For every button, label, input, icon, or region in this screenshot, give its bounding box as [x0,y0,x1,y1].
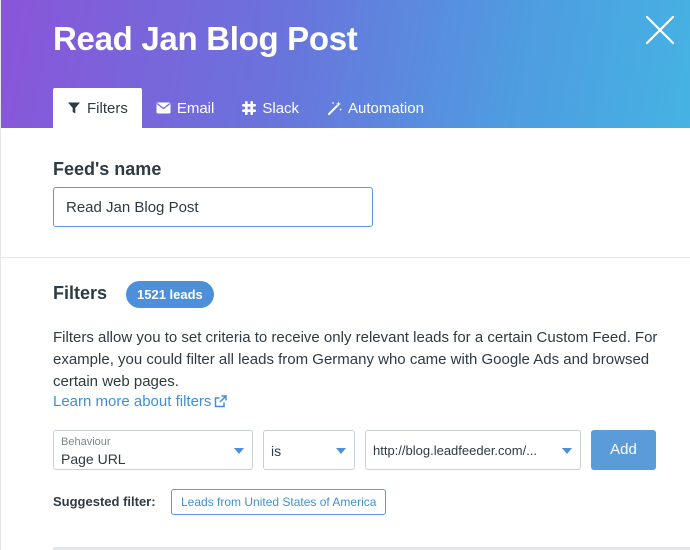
learn-more-label: Learn more about filters [53,393,212,410]
magic-wand-icon [328,101,342,115]
tab-label: Automation [348,99,424,117]
tab-bar: Filters Email Slack Automation [53,88,438,128]
add-filter-button[interactable]: Add [591,430,656,470]
section-divider [1,257,690,258]
suggested-filter-label: Suggested filter: [53,494,156,509]
behaviour-select[interactable]: Behaviour Page URL [53,430,253,470]
modal-header: Read Jan Blog Post Filters Email Slack A… [1,0,690,128]
slack-icon [242,101,257,115]
envelope-icon [156,102,171,114]
tab-filters[interactable]: Filters [53,88,142,128]
tab-slack[interactable]: Slack [228,88,313,128]
url-value-text: http://blog.leadfeeder.com/... [373,443,538,458]
custom-feed-modal: Read Jan Blog Post Filters Email Slack A… [0,0,690,550]
filters-description: Filters allow you to set criteria to rec… [53,329,658,390]
tab-automation[interactable]: Automation [313,88,438,128]
behaviour-select-label: Behaviour [61,436,111,448]
modal-title: Read Jan Blog Post [53,20,358,57]
suggested-filter-chip[interactable]: Leads from United States of America [171,489,387,515]
feed-name-label: Feed's name [53,159,162,179]
leads-count-badge: 1521 leads [126,281,214,308]
tab-label: Email [176,99,215,117]
tab-label: Slack [262,99,300,117]
chevron-down-icon [234,448,244,454]
url-value-select[interactable]: http://blog.leadfeeder.com/... [365,430,581,470]
feed-name-input[interactable] [53,187,373,227]
chevron-down-icon [336,448,346,454]
behaviour-select-value: Page URL [61,451,126,467]
learn-more-link[interactable]: Learn more about filters [53,393,228,410]
operator-select-value: is [271,443,282,459]
tab-label: Filters [87,99,128,117]
chevron-down-icon [562,448,572,454]
close-button[interactable] [644,14,676,46]
tab-email[interactable]: Email [142,88,229,128]
filter-icon [68,102,80,114]
filters-heading: Filters [53,283,108,303]
external-link-icon [215,395,228,408]
operator-select[interactable]: is [263,430,355,470]
close-icon [645,15,675,45]
